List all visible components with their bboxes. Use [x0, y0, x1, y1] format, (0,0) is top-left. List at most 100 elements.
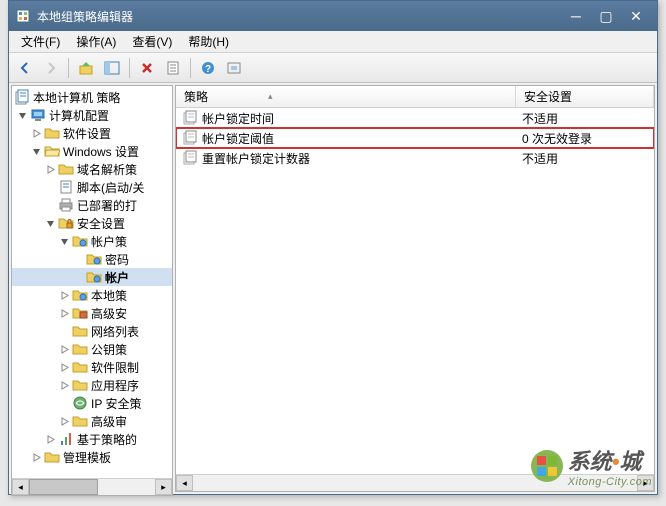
- back-button[interactable]: [13, 56, 37, 80]
- tree-label: 公钥策: [91, 341, 127, 358]
- tree-label: 本地策: [91, 287, 127, 304]
- expand-icon[interactable]: [44, 433, 56, 445]
- titlebar: 本地组策略编辑器 ─ ▢ ✕: [9, 1, 657, 31]
- password-policy-icon: [86, 251, 102, 267]
- tree-label: 脚本(启动/关: [77, 179, 144, 196]
- tree-account-policy[interactable]: 帐户策: [12, 232, 172, 250]
- tree-label: 高级审: [91, 413, 127, 430]
- app-icon: [15, 8, 31, 24]
- horizontal-scrollbar[interactable]: ◂ ▸: [176, 474, 654, 491]
- menu-action[interactable]: 操作(A): [68, 31, 124, 52]
- tree-label: 密码: [105, 251, 129, 268]
- expand-icon[interactable]: [58, 307, 70, 319]
- list-header: 策略 安全设置: [176, 86, 654, 108]
- svg-text:?: ?: [205, 64, 211, 75]
- tree-ip-security[interactable]: IP 安全策: [12, 394, 172, 412]
- list-item[interactable]: 帐户锁定阈值 0 次无效登录: [176, 128, 654, 148]
- folder-icon: [72, 323, 88, 339]
- tree-advanced-audit[interactable]: 高级审: [12, 412, 172, 430]
- scroll-left-button[interactable]: ◂: [12, 479, 29, 495]
- computer-icon: [30, 107, 46, 123]
- tree-label: 安全设置: [77, 215, 125, 232]
- expand-icon[interactable]: [58, 379, 70, 391]
- collapse-icon[interactable]: [58, 235, 70, 247]
- tree-admin-templates[interactable]: 管理模板: [12, 448, 172, 466]
- tree-computer-config[interactable]: 计算机配置: [12, 106, 172, 124]
- tree-label: 软件限制: [91, 359, 139, 376]
- collapse-icon[interactable]: [30, 145, 42, 157]
- tree-software-settings[interactable]: 软件设置: [12, 124, 172, 142]
- expand-icon[interactable]: [58, 343, 70, 355]
- toolbar: ?: [9, 53, 657, 83]
- tree-label: 帐户策: [91, 233, 127, 250]
- script-icon: [58, 179, 74, 195]
- expand-icon[interactable]: [44, 163, 56, 175]
- tree-label: 管理模板: [63, 449, 111, 466]
- expand-icon[interactable]: [30, 451, 42, 463]
- tree-root[interactable]: 本地计算机 策略: [12, 88, 172, 106]
- list-item[interactable]: 帐户锁定时间 不适用: [176, 108, 654, 128]
- close-button[interactable]: ✕: [621, 5, 651, 27]
- lockout-policy-icon: [86, 269, 102, 285]
- tree-windows-settings[interactable]: Windows 设置: [12, 142, 172, 160]
- collapse-icon[interactable]: [16, 109, 28, 121]
- menu-help[interactable]: 帮助(H): [180, 31, 237, 52]
- collapse-icon[interactable]: [44, 217, 56, 229]
- tree-software-restriction[interactable]: 软件限制: [12, 358, 172, 376]
- folder-icon: [44, 449, 60, 465]
- tree-label: 应用程序: [91, 377, 139, 394]
- tree-network-list[interactable]: 网络列表: [12, 322, 172, 340]
- tree-security-settings[interactable]: 安全设置: [12, 214, 172, 232]
- filter-button[interactable]: [222, 56, 246, 80]
- tree-name-resolution[interactable]: 域名解析策: [12, 160, 172, 178]
- tree-label: 基于策略的: [77, 431, 137, 448]
- horizontal-scrollbar[interactable]: ◂ ▸: [12, 478, 172, 495]
- help-button[interactable]: ?: [196, 56, 220, 80]
- column-policy[interactable]: 策略: [176, 86, 516, 107]
- expand-icon[interactable]: [58, 415, 70, 427]
- tree-label: 网络列表: [91, 323, 139, 340]
- expand-icon[interactable]: [58, 289, 70, 301]
- tree-label: IP 安全策: [91, 395, 141, 412]
- menu-view[interactable]: 查看(V): [124, 31, 180, 52]
- separator: [68, 58, 69, 78]
- maximize-button[interactable]: ▢: [591, 5, 621, 27]
- tree-scripts[interactable]: 脚本(启动/关: [12, 178, 172, 196]
- scroll-right-button[interactable]: ▸: [637, 475, 654, 491]
- scroll-right-button[interactable]: ▸: [155, 479, 172, 495]
- minimize-button[interactable]: ─: [561, 5, 591, 27]
- delete-button[interactable]: [135, 56, 159, 80]
- tree-app-control[interactable]: 应用程序: [12, 376, 172, 394]
- folder-icon: [58, 161, 74, 177]
- tree-account-lock[interactable]: 帐户: [12, 268, 172, 286]
- detail-panel: 策略 安全设置 帐户锁定时间 不适用 帐户锁定阈值 0 次无效登录 重置帐户锁定…: [175, 85, 655, 492]
- tree-policy-based[interactable]: 基于策略的: [12, 430, 172, 448]
- properties-button[interactable]: [161, 56, 185, 80]
- tree-deployed-printers[interactable]: 已部署的打: [12, 196, 172, 214]
- folder-open-icon: [44, 143, 60, 159]
- account-policy-icon: [72, 233, 88, 249]
- tree-panel[interactable]: 本地计算机 策略 计算机配置 软件设置 Windows 设置 域名解析策 脚本(…: [11, 85, 173, 496]
- tree-label: Windows 设置: [63, 143, 139, 160]
- policy-name: 帐户锁定阈值: [202, 130, 274, 147]
- folder-icon: [72, 359, 88, 375]
- qos-icon: [58, 431, 74, 447]
- tree-password[interactable]: 密码: [12, 250, 172, 268]
- folder-icon: [44, 125, 60, 141]
- tree-local-policy[interactable]: 本地策: [12, 286, 172, 304]
- show-hide-tree-button[interactable]: [100, 56, 124, 80]
- tree-advanced-security[interactable]: 高级安: [12, 304, 172, 322]
- separator: [190, 58, 191, 78]
- security-value: 0 次无效登录: [522, 130, 592, 147]
- list-item[interactable]: 重置帐户锁定计数器 不适用: [176, 148, 654, 168]
- up-button[interactable]: [74, 56, 98, 80]
- forward-button: [39, 56, 63, 80]
- policy-object-icon: [14, 89, 30, 105]
- scroll-left-button[interactable]: ◂: [176, 475, 193, 491]
- menu-file[interactable]: 文件(F): [13, 31, 68, 52]
- tree-public-key[interactable]: 公钥策: [12, 340, 172, 358]
- scroll-thumb[interactable]: [29, 479, 98, 495]
- column-security-setting[interactable]: 安全设置: [516, 86, 654, 107]
- expand-icon[interactable]: [58, 361, 70, 373]
- expand-icon[interactable]: [30, 127, 42, 139]
